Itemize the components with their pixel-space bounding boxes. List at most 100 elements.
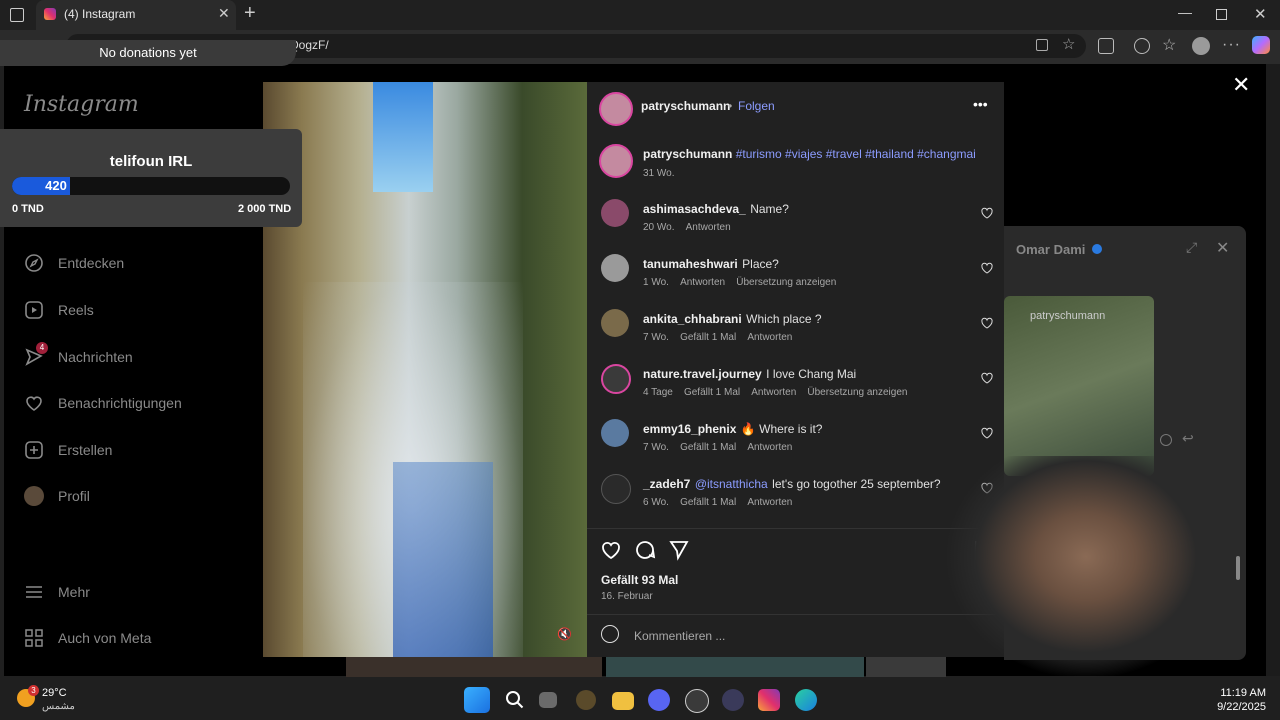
comment-likes[interactable]: Gefällt 1 Mal: [680, 442, 736, 453]
react-emoji-icon[interactable]: [1160, 434, 1172, 446]
comment-avatar[interactable]: [601, 199, 629, 227]
shared-post-preview[interactable]: patryschumann: [1004, 296, 1154, 476]
comment-user[interactable]: _zadeh7: [643, 477, 690, 491]
comment-avatar[interactable]: [601, 364, 631, 394]
avatar-icon: [24, 486, 44, 506]
browser-scrollbar[interactable]: [1266, 64, 1280, 676]
comment-likes[interactable]: Gefällt 1 Mal: [680, 332, 736, 343]
tab-actions-icon[interactable]: [10, 8, 24, 22]
comment-user[interactable]: nature.travel.journey: [643, 367, 762, 381]
comment-likes[interactable]: Gefällt 1 Mal: [680, 497, 736, 508]
shared-post-user: patryschumann: [1030, 310, 1106, 322]
new-tab-button[interactable]: +: [244, 2, 256, 25]
sidebar-item-reels[interactable]: Reels: [24, 295, 94, 325]
reply-button[interactable]: Antworten: [747, 497, 792, 508]
sidebar-item-entdecken[interactable]: Entdecken: [24, 248, 124, 278]
like-comment-icon[interactable]: [981, 372, 993, 384]
discord-icon[interactable]: [648, 689, 670, 711]
sidebar-item-label: Benachrichtigungen: [58, 395, 182, 411]
likes-count[interactable]: Gefällt 93 Mal: [601, 573, 678, 587]
comment-icon[interactable]: [634, 539, 656, 561]
reply-button[interactable]: Antworten: [686, 222, 731, 233]
media-player-icon[interactable]: [722, 689, 744, 711]
close-modal-icon[interactable]: ✕: [1232, 72, 1250, 98]
post-video[interactable]: 🔇: [263, 82, 587, 657]
extensions-icon[interactable]: [1098, 38, 1114, 54]
clock-date[interactable]: 9/22/2025: [1206, 701, 1266, 713]
sidebar-item-benachrichtigungen[interactable]: Benachrichtigungen: [24, 388, 182, 418]
comment-age: 7 Wo.: [643, 442, 669, 453]
comment-avatar[interactable]: [601, 419, 629, 447]
translate-button[interactable]: Übersetzung anzeigen: [807, 387, 907, 398]
like-comment-icon[interactable]: [981, 207, 993, 219]
more-options-icon[interactable]: •••: [973, 96, 988, 112]
window-minimize-icon[interactable]: —: [1178, 4, 1192, 20]
open-in-app-icon[interactable]: [1036, 39, 1048, 51]
browser-tab[interactable]: (4) Instagram ✕: [36, 0, 236, 30]
clock-time[interactable]: 11:19 AM: [1216, 687, 1266, 699]
sky: [373, 82, 433, 192]
window-maximize-icon[interactable]: [1216, 9, 1227, 20]
comment-avatar[interactable]: [601, 474, 631, 504]
expand-chat-icon[interactable]: ⤢: [1186, 239, 1197, 256]
edge-icon[interactable]: [795, 689, 817, 711]
comment-user[interactable]: ashimasachdeva_: [643, 202, 746, 216]
comment-user[interactable]: ankita_chhabrani: [643, 312, 742, 326]
reply-button[interactable]: Antworten: [747, 442, 792, 453]
mute-icon[interactable]: 🔇: [557, 627, 573, 643]
chat-name[interactable]: Omar Dami: [1016, 242, 1085, 257]
caption: patryschumann #turismo #viajes #travel #…: [643, 147, 983, 161]
goal-max: 2 000 TND: [238, 203, 292, 215]
caption-avatar[interactable]: [599, 144, 633, 178]
comment-avatar[interactable]: [601, 254, 629, 282]
task-view-icon[interactable]: [539, 692, 557, 708]
chat-scrollbar[interactable]: [1236, 556, 1240, 580]
follow-button[interactable]: Folgen: [738, 99, 775, 113]
author-name[interactable]: patryschumann: [641, 99, 730, 113]
water-reflection: [393, 462, 493, 657]
copilot-icon[interactable]: [1252, 36, 1270, 54]
browser-essentials-icon[interactable]: [1134, 38, 1150, 54]
comment-mention[interactable]: @itsnatthicha: [695, 477, 768, 491]
translate-button[interactable]: Übersetzung anzeigen: [736, 277, 836, 288]
start-windows-icon[interactable]: [464, 687, 490, 713]
instagram-app-icon[interactable]: [758, 689, 780, 711]
reply-button[interactable]: Antworten: [747, 332, 792, 343]
settings-menu-icon[interactable]: ···: [1222, 36, 1241, 54]
comment-avatar[interactable]: [601, 309, 629, 337]
sidebar-more[interactable]: Mehr: [24, 577, 90, 607]
share-icon[interactable]: [668, 539, 690, 561]
comment-likes[interactable]: Gefällt 1 Mal: [684, 387, 740, 398]
author-avatar[interactable]: [599, 92, 633, 126]
favorite-star-icon[interactable]: ☆: [1062, 35, 1075, 53]
sidebar-meta[interactable]: Auch von Meta: [24, 623, 151, 653]
comment-user[interactable]: tanumaheshwari: [643, 257, 738, 271]
caption-hashtags[interactable]: #turismo #viajes #travel #thailand #chan…: [736, 147, 976, 161]
like-icon[interactable]: [600, 539, 622, 561]
weather-temp[interactable]: 29°C: [42, 687, 67, 699]
obs-icon[interactable]: [685, 689, 709, 713]
emoji-icon[interactable]: [601, 625, 619, 643]
reply-button[interactable]: Antworten: [680, 277, 725, 288]
like-comment-icon[interactable]: [981, 262, 993, 274]
comment-item: emmy16_phenix 🔥 Where is it? 7 Wo. Gefäl…: [601, 419, 993, 467]
copilot-app-icon[interactable]: [576, 690, 596, 710]
profile-avatar[interactable]: [1192, 37, 1210, 55]
comment-input[interactable]: Kommentieren ...: [634, 629, 725, 643]
file-explorer-icon[interactable]: [612, 692, 634, 710]
reply-button[interactable]: Antworten: [751, 387, 796, 398]
comment-user[interactable]: emmy16_phenix: [643, 422, 736, 436]
like-comment-icon[interactable]: [981, 317, 993, 329]
plus-square-icon: [25, 441, 43, 459]
reply-arrow-icon[interactable]: ↩: [1182, 430, 1194, 447]
sidebar-item-profil[interactable]: Profil: [24, 481, 90, 511]
like-comment-icon[interactable]: [981, 427, 993, 439]
instagram-logo[interactable]: Instagram: [24, 92, 139, 117]
search-icon[interactable]: [502, 687, 528, 713]
favorites-icon[interactable]: ☆: [1162, 35, 1176, 55]
sidebar-item-erstellen[interactable]: Erstellen: [24, 435, 112, 465]
window-close-icon[interactable]: ✕: [1254, 5, 1267, 23]
close-chat-icon[interactable]: ✕: [1216, 238, 1229, 258]
caption-user[interactable]: patryschumann: [643, 147, 732, 161]
tab-close-icon[interactable]: ✕: [218, 5, 230, 22]
